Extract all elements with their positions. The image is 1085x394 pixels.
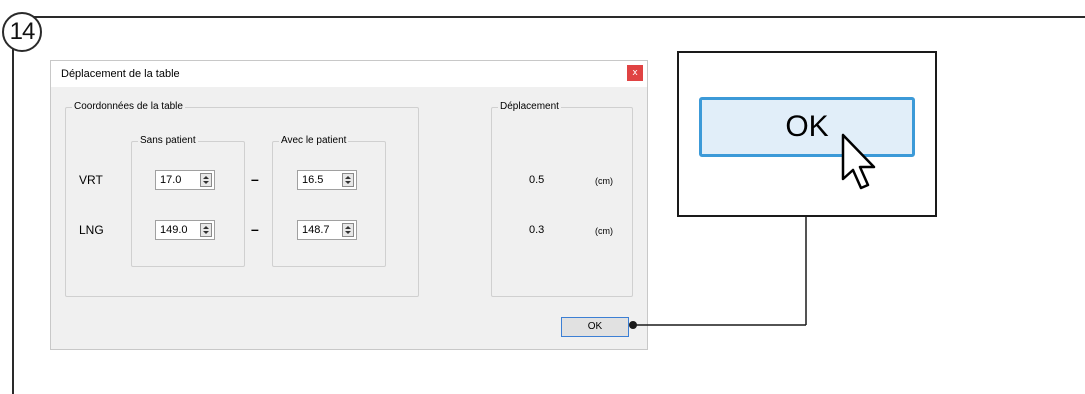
connector-dot-icon xyxy=(629,321,637,329)
callout-connector xyxy=(629,217,807,329)
